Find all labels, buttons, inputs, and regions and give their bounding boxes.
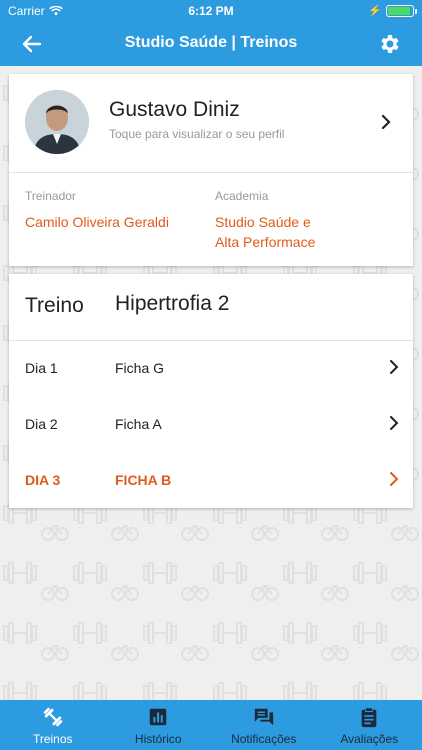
tab-avaliacoes[interactable]: Avaliações — [317, 700, 422, 750]
charging-icon: ⚡ — [368, 5, 382, 17]
sheet-label: FICHA B — [115, 472, 172, 488]
user-photo-icon — [25, 90, 89, 154]
status-bar: Carrier 6:12 PM ⚡ — [0, 0, 422, 22]
avatar — [25, 90, 89, 154]
training-card: Treino Hipertrofia 2 Dia 1 Ficha G Dia 2… — [9, 274, 413, 508]
day-label: DIA 3 — [25, 472, 61, 488]
chat-icon — [254, 708, 273, 726]
tab-bar: Treinos Histórico Notificações Avaliaçõe… — [0, 700, 422, 750]
tab-label: Treinos — [32, 732, 73, 746]
training-day-row-1[interactable]: Dia 1 Ficha G — [9, 340, 413, 396]
training-label: Treino — [25, 294, 84, 317]
top-bar: Carrier 6:12 PM ⚡ Studio Saúde | Treinos — [0, 0, 422, 66]
tab-label: Notificações — [231, 732, 297, 746]
battery-icon — [386, 5, 417, 17]
tab-label: Histórico — [134, 732, 182, 746]
navigation-bar: Studio Saúde | Treinos — [0, 22, 422, 66]
chevron-right-icon — [390, 360, 399, 374]
training-name: Hipertrofia 2 — [115, 292, 230, 315]
tab-treinos[interactable]: Treinos — [0, 700, 106, 750]
day-label: Dia 2 — [25, 416, 58, 432]
training-day-row-2[interactable]: Dia 2 Ficha A — [9, 396, 413, 452]
gym-value-line2: Alta Performace — [215, 234, 316, 250]
clipboard-icon — [361, 707, 377, 728]
gym-value: Studio Saúde e Alta Performace — [215, 212, 395, 252]
profile-card[interactable]: Gustavo Diniz Toque para visualizar o se… — [9, 74, 413, 266]
page-title: Studio Saúde | Treinos — [124, 34, 298, 51]
gear-icon — [381, 35, 399, 53]
trainer-value: Camilo Oliveira Geraldi — [25, 214, 169, 230]
main-content: Gustavo Diniz Toque para visualizar o se… — [0, 66, 422, 700]
sheet-label: Ficha G — [115, 360, 165, 376]
dumbbell-icon — [43, 707, 63, 727]
gym-label: Academia — [215, 189, 269, 203]
tab-label: Avaliações — [340, 732, 399, 746]
settings-button[interactable] — [376, 30, 404, 58]
training-day-row-3[interactable]: DIA 3 FICHA B — [9, 452, 413, 508]
divider — [9, 172, 413, 173]
tab-notificacoes[interactable]: Notificações — [211, 700, 317, 750]
tab-historico[interactable]: Histórico — [106, 700, 212, 750]
chart-icon — [150, 708, 167, 726]
day-label: Dia 1 — [25, 360, 58, 376]
profile-hint: Toque para visualizar o seu perfil — [109, 127, 285, 141]
trainer-label: Treinador — [25, 189, 76, 203]
status-time: 6:12 PM — [188, 4, 234, 18]
chevron-right-icon — [381, 114, 391, 130]
gym-value-line1: Studio Saúde e — [215, 214, 311, 230]
chevron-right-icon — [390, 416, 399, 430]
chevron-right-icon — [390, 472, 399, 486]
user-name: Gustavo Diniz — [109, 98, 240, 121]
sheet-label: Ficha A — [115, 416, 162, 432]
